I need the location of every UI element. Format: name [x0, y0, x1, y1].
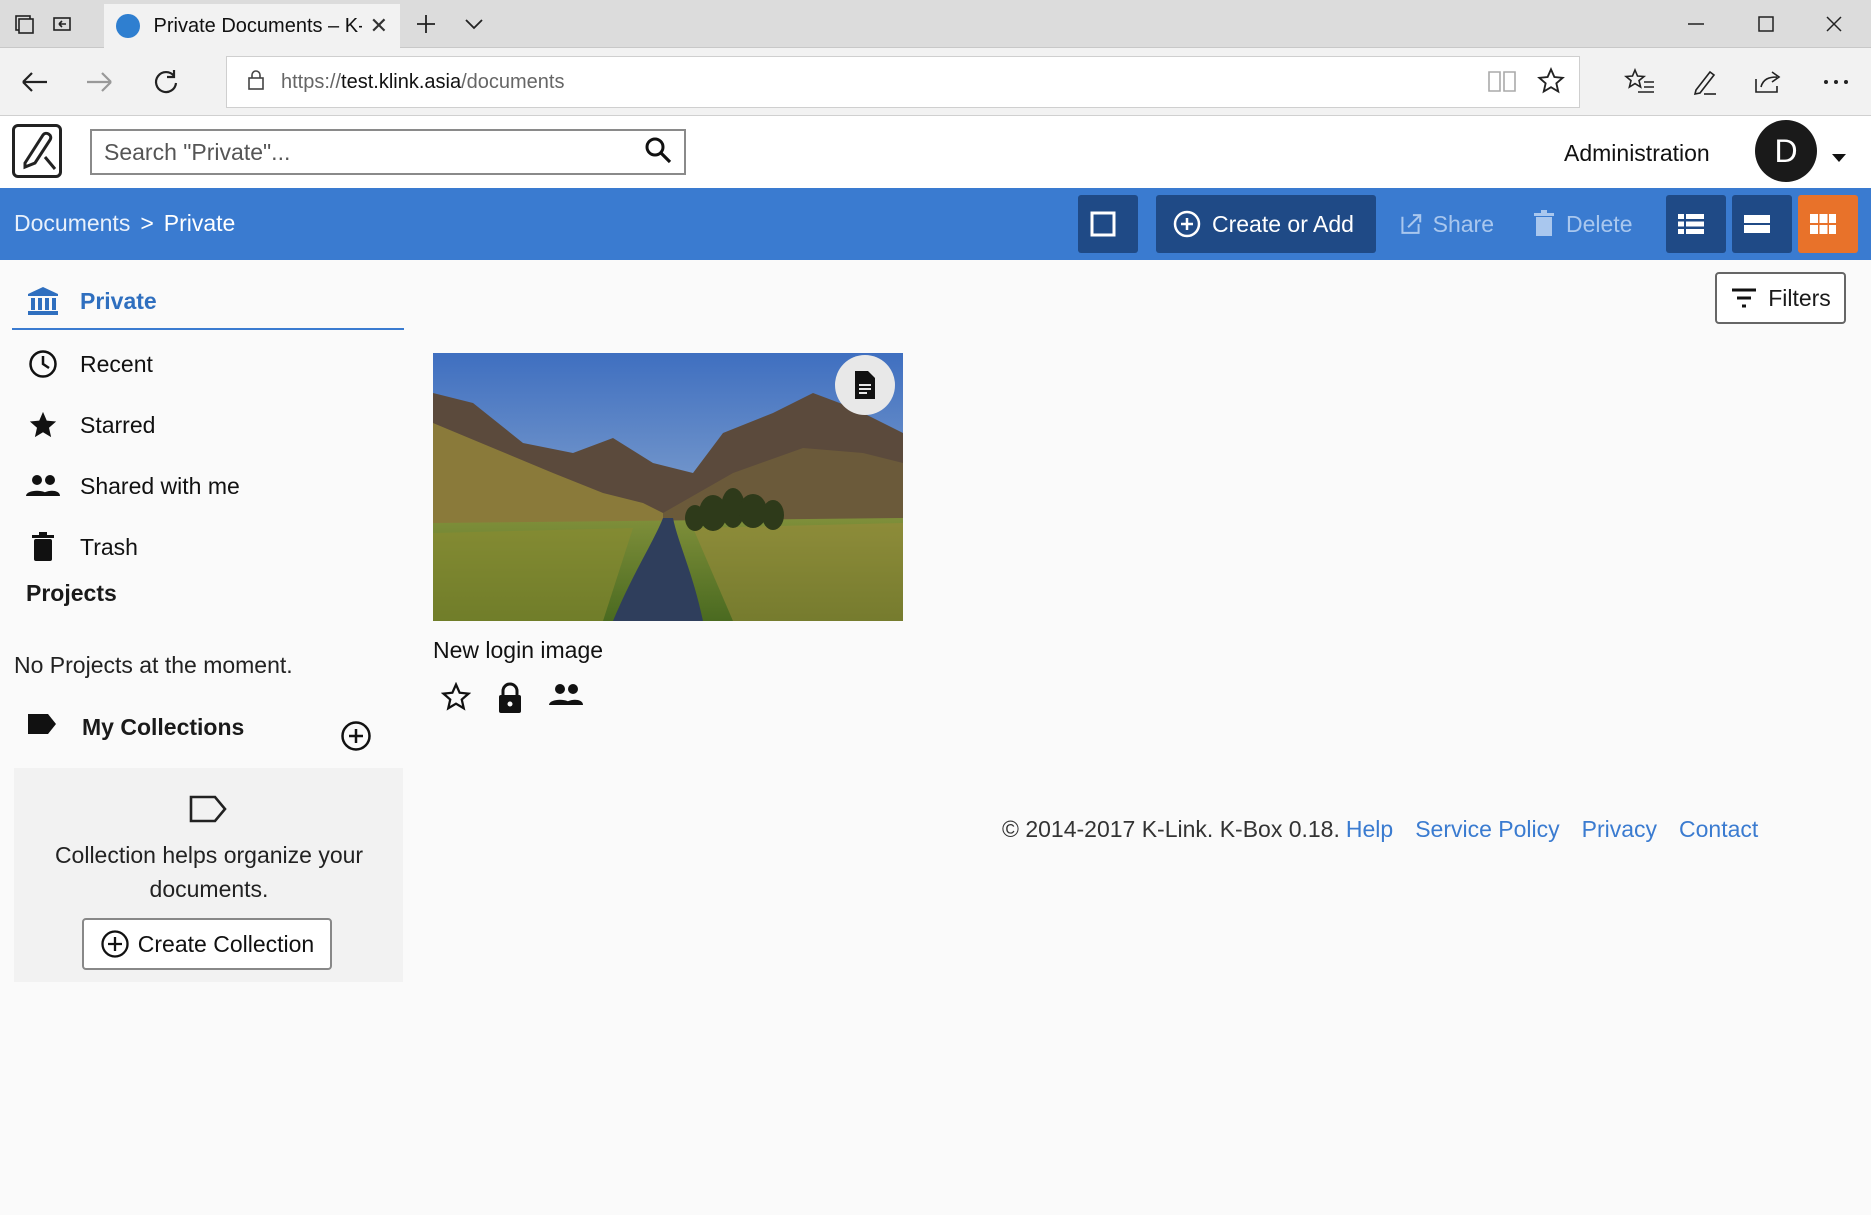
app-header: Administration D	[0, 116, 1871, 188]
sidebar-item-starred[interactable]: Starred	[12, 397, 404, 453]
filters-button[interactable]: Filters	[1715, 272, 1846, 324]
shared-people-icon[interactable]	[549, 682, 583, 719]
sidebar-item-label: Shared with me	[80, 472, 240, 499]
lock-icon	[247, 69, 265, 96]
document-card[interactable]: New login image	[433, 353, 903, 719]
footer-link-service-policy[interactable]: Service Policy	[1415, 816, 1559, 843]
favorite-star-icon[interactable]	[1537, 67, 1565, 100]
star-icon	[26, 410, 60, 440]
document-thumbnail[interactable]	[433, 353, 903, 621]
select-all-checkbox[interactable]	[1078, 195, 1138, 253]
list-view-icon	[1678, 214, 1704, 234]
maximize-icon[interactable]	[1732, 0, 1800, 48]
close-window-icon[interactable]	[1800, 0, 1868, 48]
set-aside-tabs-icon[interactable]	[44, 8, 80, 40]
sidebar-item-label: Private	[80, 287, 157, 314]
browser-tab[interactable]: Private Documents – K- ✕	[104, 4, 400, 48]
close-tab-icon[interactable]: ✕	[370, 13, 388, 39]
footer: © 2014-2017 K-Link. K-Box 0.18. Help Ser…	[1002, 816, 1758, 843]
my-collections-label: My Collections	[82, 713, 245, 740]
add-collection-icon[interactable]	[340, 720, 372, 757]
sidebar-item-label: Starred	[80, 411, 156, 438]
delete-label: Delete	[1566, 210, 1633, 237]
create-collection-button[interactable]: Create Collection	[82, 918, 332, 970]
label-outline-icon	[188, 794, 228, 829]
details-view-button[interactable]	[1732, 195, 1792, 253]
url-field[interactable]: https://test.klink.asia/documents	[226, 56, 1580, 108]
browser-tab-bar: Private Documents – K- ✕	[0, 0, 1871, 48]
trash-icon	[1534, 210, 1554, 236]
filter-icon	[1732, 288, 1757, 308]
search-icon[interactable]	[644, 136, 672, 169]
bank-icon	[26, 286, 60, 316]
web-note-icon[interactable]	[1680, 60, 1728, 104]
delete-button[interactable]: Delete	[1516, 195, 1652, 253]
breadcrumb-separator: >	[140, 210, 154, 236]
reading-view-icon[interactable]	[1487, 67, 1517, 100]
search-input[interactable]	[104, 138, 644, 166]
grid-view-button[interactable]	[1798, 195, 1858, 253]
document-actions	[433, 681, 903, 719]
forward-icon[interactable]	[78, 60, 122, 104]
share-page-icon[interactable]	[1744, 60, 1792, 104]
url-text: https://test.klink.asia/documents	[281, 70, 565, 93]
collections-help-text: Collection helps organize your documents…	[54, 842, 364, 902]
share-button[interactable]: Share	[1384, 195, 1510, 253]
footer-link-privacy[interactable]: Privacy	[1582, 816, 1657, 843]
tab-title: Private Documents – K-	[153, 14, 362, 37]
favorites-hub-icon[interactable]	[1616, 60, 1664, 104]
grid-view-icon	[1810, 214, 1836, 234]
footer-link-contact[interactable]: Contact	[1679, 816, 1758, 843]
more-options-icon[interactable]	[1812, 60, 1860, 104]
sidebar: Private Recent Starred Shared with me Tr…	[0, 260, 415, 990]
administration-link[interactable]: Administration	[1564, 140, 1710, 167]
tab-manager-icon[interactable]	[6, 8, 42, 40]
documents-toolbar: Documents > Private Create or Add Share …	[0, 188, 1871, 260]
tab-preview-chevron-icon[interactable]	[456, 8, 492, 40]
trash-icon	[26, 532, 60, 562]
sidebar-item-label: Recent	[80, 350, 153, 377]
add-circle-icon	[101, 930, 129, 958]
browser-address-bar: https://test.klink.asia/documents	[0, 48, 1871, 116]
label-tag-icon	[26, 712, 58, 742]
my-collections-heading: My Collections	[26, 712, 376, 742]
no-projects-text: No Projects at the moment.	[14, 652, 293, 678]
breadcrumb-private: Private	[163, 210, 236, 236]
sidebar-item-recent[interactable]: Recent	[12, 336, 404, 392]
create-or-add-button[interactable]: Create or Add	[1156, 195, 1376, 253]
sidebar-item-trash[interactable]: Trash	[12, 519, 404, 575]
new-tab-icon[interactable]	[408, 8, 444, 40]
breadcrumb-documents[interactable]: Documents	[14, 210, 130, 237]
back-icon[interactable]	[12, 60, 56, 104]
refresh-icon[interactable]	[144, 60, 188, 104]
minimize-icon[interactable]	[1662, 0, 1730, 48]
share-edit-icon	[1401, 214, 1422, 234]
create-collection-label: Create Collection	[137, 930, 315, 957]
filters-label: Filters	[1768, 284, 1831, 311]
list-view-button[interactable]	[1666, 195, 1726, 253]
footer-link-help[interactable]: Help	[1346, 816, 1393, 843]
kbox-logo-icon[interactable]	[12, 124, 62, 178]
projects-heading: Projects	[26, 580, 117, 606]
sidebar-item-private[interactable]: Private	[12, 274, 404, 330]
sidebar-item-label: Trash	[80, 533, 138, 560]
share-label: Share	[1432, 210, 1494, 237]
copyright-text: © 2014-2017 K-Link. K-Box 0.18.	[1002, 816, 1340, 842]
breadcrumb: Documents > Private	[14, 210, 235, 237]
collections-empty-panel: Collection helps organize your documents…	[14, 768, 403, 982]
star-outline-icon[interactable]	[440, 681, 472, 719]
klink-favicon-icon	[116, 14, 140, 38]
add-circle-icon	[1173, 210, 1201, 238]
details-view-icon	[1744, 215, 1770, 233]
clock-icon	[26, 349, 60, 379]
search-box	[90, 129, 686, 175]
document-type-icon	[835, 355, 895, 415]
sidebar-item-shared[interactable]: Shared with me	[12, 458, 404, 514]
user-avatar[interactable]: D	[1755, 120, 1817, 182]
lock-icon	[497, 682, 523, 719]
create-or-add-label: Create or Add	[1212, 210, 1354, 237]
user-menu-caret-icon[interactable]	[1832, 154, 1846, 162]
people-icon	[26, 474, 60, 498]
document-title[interactable]: New login image	[433, 637, 903, 664]
